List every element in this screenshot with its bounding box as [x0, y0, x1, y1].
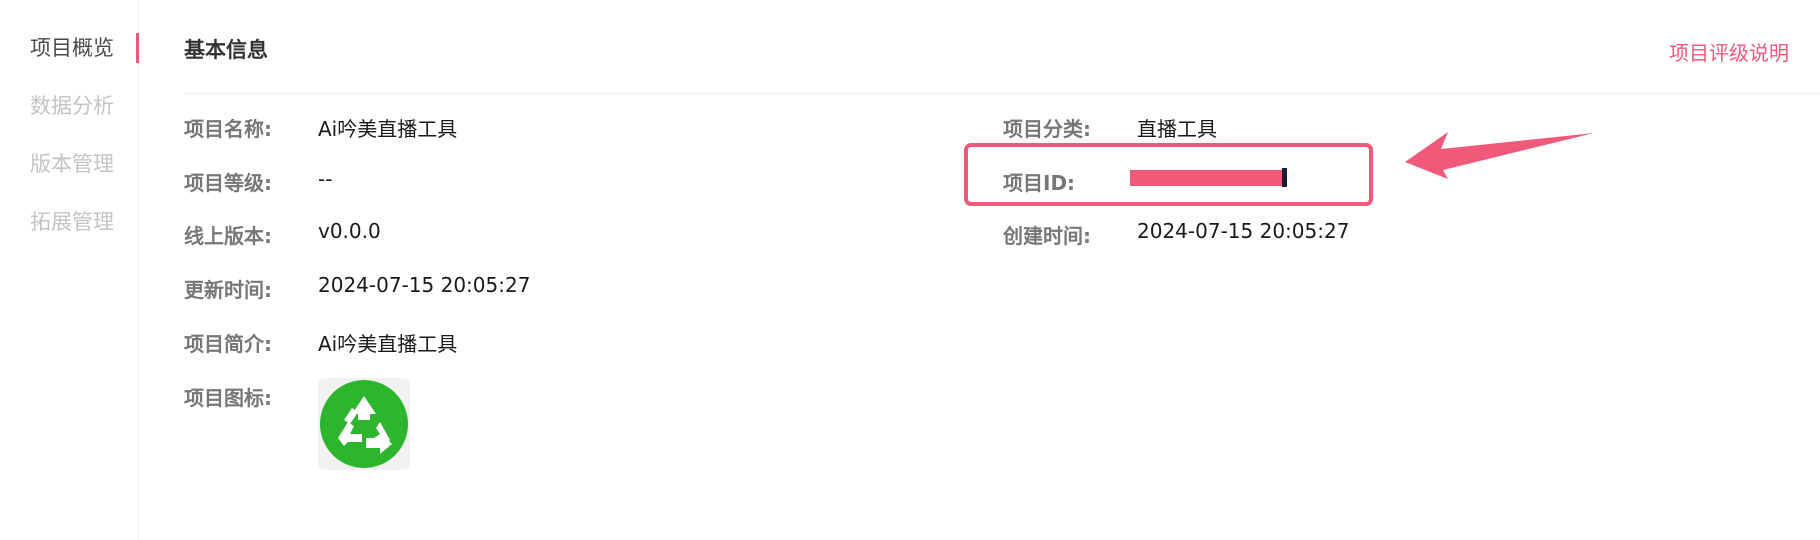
project-overview-page: 项目概览 数据分析 版本管理 拓展管理 基本信息 项目评级说明 项目名称: Ai…	[0, 0, 1820, 540]
project-icon-label: 项目图标:	[184, 386, 272, 410]
sidebar: 项目概览 数据分析 版本管理 拓展管理	[0, 0, 139, 540]
divider	[184, 93, 1820, 94]
rating-explanation-link[interactable]: 项目评级说明	[1669, 37, 1789, 66]
created-time-label: 创建时间:	[1003, 224, 1091, 248]
updated-time-value: 2024-07-15 20:05:27	[318, 273, 531, 297]
project-level-value: --	[318, 167, 333, 191]
section-title: 基本信息	[184, 38, 268, 62]
sidebar-item-data-analysis[interactable]: 数据分析	[30, 90, 114, 120]
project-icon-box	[318, 378, 410, 470]
project-level-label: 项目等级:	[184, 171, 272, 195]
highlight-box	[964, 143, 1373, 206]
sidebar-item-version-management[interactable]: 版本管理	[30, 148, 114, 178]
recycle-icon	[320, 380, 408, 468]
project-name-label: 项目名称:	[184, 117, 272, 141]
active-indicator	[136, 33, 139, 63]
sidebar-item-extension-management[interactable]: 拓展管理	[30, 206, 114, 236]
sidebar-item-overview[interactable]: 项目概览	[30, 32, 114, 62]
arrow-icon	[1405, 132, 1594, 179]
updated-time-label: 更新时间:	[184, 278, 272, 302]
project-name-value: Ai吟美直播工具	[318, 117, 458, 141]
created-time-value: 2024-07-15 20:05:27	[1137, 219, 1350, 243]
project-category-label: 项目分类:	[1003, 117, 1091, 141]
online-version-value: v0.0.0	[318, 219, 381, 243]
online-version-label: 线上版本:	[184, 224, 272, 248]
project-intro-label: 项目简介:	[184, 332, 272, 356]
project-intro-value: Ai吟美直播工具	[318, 332, 458, 356]
project-category-value: 直播工具	[1137, 117, 1217, 141]
